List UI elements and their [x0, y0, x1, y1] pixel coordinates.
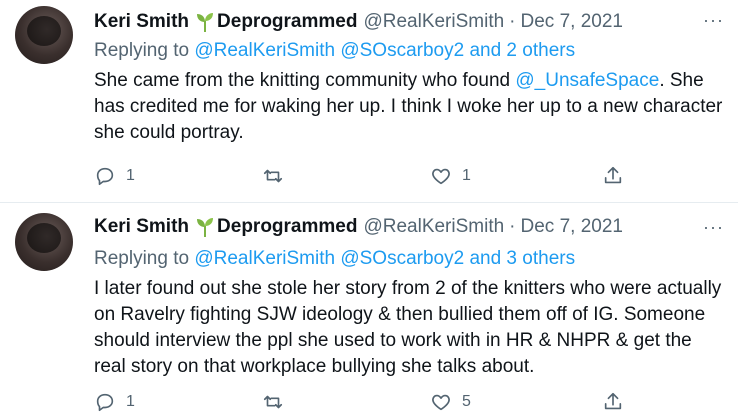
retweet-button[interactable] [262, 165, 294, 187]
author-handle[interactable]: @RealKeriSmith [363, 216, 504, 238]
share-button[interactable] [602, 165, 624, 187]
retweet-button[interactable] [262, 391, 294, 413]
more-icon[interactable]: ··· [703, 217, 724, 238]
like-button[interactable]: 5 [430, 391, 471, 413]
reply-mentions[interactable]: @RealKeriSmith @SOscarboy2 and 3 others [194, 248, 575, 269]
avatar[interactable] [15, 213, 73, 271]
avatar[interactable] [15, 6, 73, 64]
tweet[interactable]: Keri Smith Deprogrammed @RealKeriSmith ·… [0, 203, 738, 412]
reply-button[interactable]: 1 [94, 165, 135, 187]
tweet[interactable]: Keri Smith Deprogrammed @RealKeriSmith ·… [0, 0, 738, 203]
tweet-date[interactable]: Dec 7, 2021 [521, 216, 623, 238]
author-label[interactable]: Deprogrammed [217, 11, 357, 33]
tweet-header: Keri Smith Deprogrammed @RealKeriSmith ·… [94, 213, 623, 241]
heart-icon [432, 168, 450, 185]
like-count: 5 [462, 393, 471, 410]
author-label[interactable]: Deprogrammed [217, 216, 357, 238]
more-icon[interactable]: ··· [703, 10, 724, 31]
reply-count: 1 [126, 393, 135, 410]
share-button[interactable] [602, 391, 624, 413]
reply-mentions[interactable]: @RealKeriSmith @SOscarboy2 and 2 others [194, 40, 575, 61]
share-icon [604, 166, 622, 184]
separator: · [509, 11, 516, 32]
reply-icon [96, 393, 114, 412]
reply-button[interactable]: 1 [94, 391, 135, 413]
retweet-icon [263, 395, 283, 409]
retweet-icon [263, 169, 283, 183]
replying-to: Replying to @RealKeriSmith @SOscarboy2 a… [94, 40, 575, 62]
author-handle[interactable]: @RealKeriSmith [363, 11, 504, 33]
tweet-actions: 1 1 [94, 165, 634, 193]
replying-to: Replying to @RealKeriSmith @SOscarboy2 a… [94, 248, 575, 270]
tweet-actions: 1 5 [94, 391, 634, 419]
reply-icon [96, 167, 114, 186]
like-button[interactable]: 1 [430, 165, 471, 187]
tweet-text-part: She came from the knitting community who… [94, 70, 516, 91]
sprout-icon [195, 216, 215, 238]
separator: · [509, 216, 516, 237]
heart-icon [432, 394, 450, 411]
sprout-icon [195, 11, 215, 33]
tweet-date[interactable]: Dec 7, 2021 [521, 11, 623, 33]
tweet-text: I later found out she stole her story fr… [94, 278, 722, 377]
reply-count: 1 [126, 167, 135, 184]
tweet-text: She came from the knitting community who… [94, 68, 724, 146]
tweet-header: Keri Smith Deprogrammed @RealKeriSmith ·… [94, 8, 623, 36]
share-icon [604, 392, 622, 410]
author-name[interactable]: Keri Smith [94, 11, 189, 33]
replying-to-label: Replying to [94, 40, 195, 61]
like-count: 1 [462, 167, 471, 184]
mention-link[interactable]: @_UnsafeSpace [515, 70, 659, 91]
replying-to-label: Replying to [94, 248, 195, 269]
author-name[interactable]: Keri Smith [94, 216, 189, 238]
